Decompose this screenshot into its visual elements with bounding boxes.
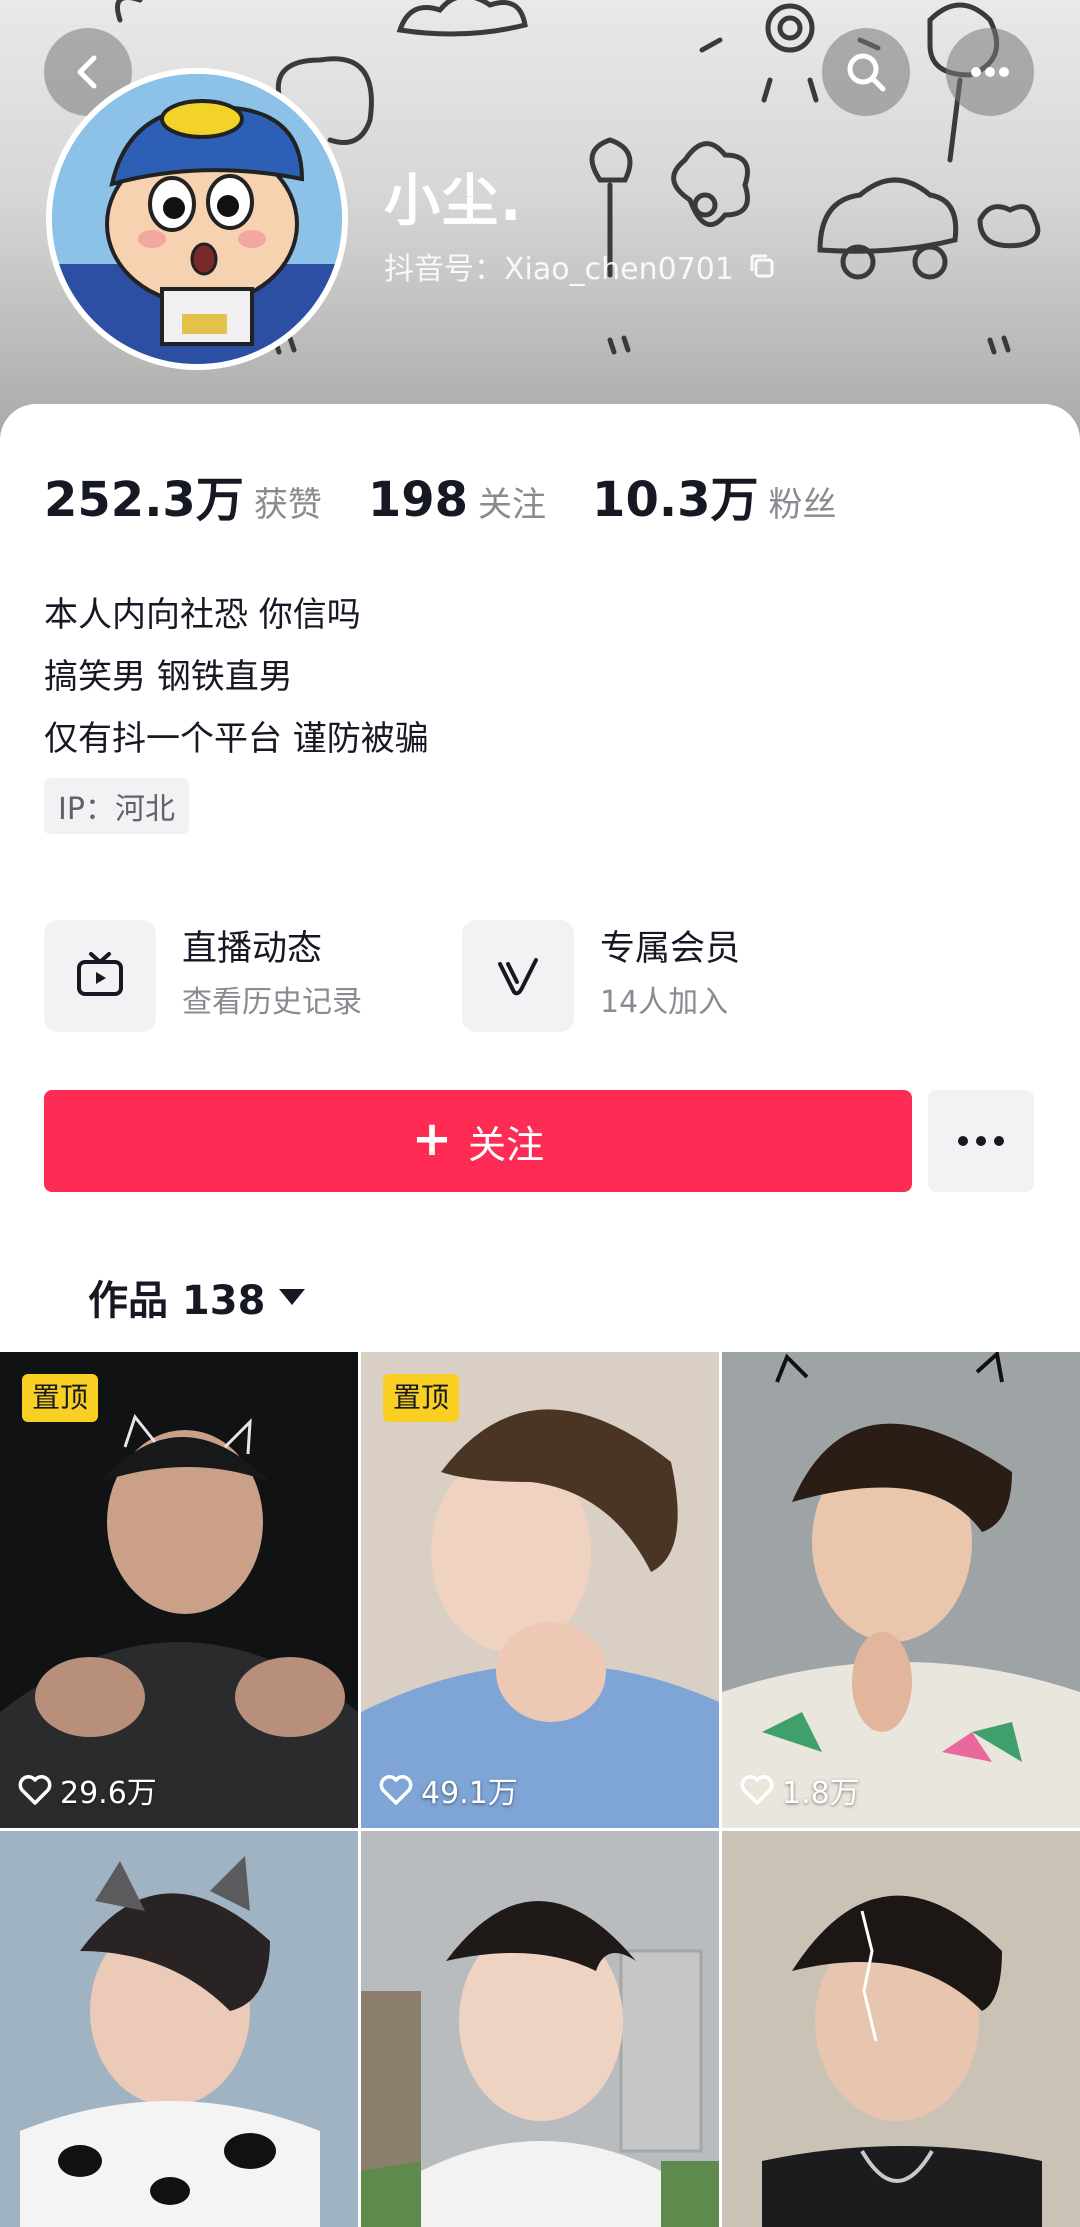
video-grid: 置顶 29.6万 置顶 49.1万 1.8万 [0,1352,1080,2227]
tab-works-label: 作品 138 [88,1278,266,1324]
profile-banner: 小尘. 抖音号：Xiao_chen0701 [0,0,1080,440]
stat-value: 198 [367,472,469,528]
more-actions-button[interactable] [928,1090,1034,1192]
stat-label: 粉丝 [768,485,837,525]
stat-value: 10.3万 [592,472,759,528]
plus-icon: + [411,1111,453,1167]
video-cover-image [361,1352,719,1828]
stat-value: 252.3万 [44,472,244,528]
feature-title: 直播动态 [182,929,323,969]
feature-title: 专属会员 [600,929,741,969]
ip-location-badge: IP：河北 [44,778,189,834]
heart-icon [379,1775,413,1805]
more-dots-icon [958,1136,1004,1146]
stat-likes: 252.3万 获赞 [44,460,322,530]
avatar[interactable] [46,68,348,370]
video-thumbnail[interactable] [0,1831,358,2227]
like-count: 1.8万 [740,1768,860,1812]
stat-label: 关注 [478,485,547,525]
video-thumbnail[interactable] [722,1831,1080,2227]
bio-line: 搞笑男 钢铁直男 [44,657,293,697]
video-cover-image [722,1352,1080,1828]
feature-icon-box [462,920,574,1032]
v-badge-icon [498,958,538,996]
like-count-text: 29.6万 [60,1776,157,1811]
video-cover-image [0,1831,358,2227]
feature-subtitle: 14人加入 [600,985,729,1020]
stat-label: 获赞 [253,485,322,525]
bio: 本人内向社恐 你信吗 搞笑男 钢铁直男 仅有抖一个平台 谨防被骗 [44,584,429,770]
douyin-id-text: 抖音号：Xiao_chen0701 [384,252,734,287]
feature-icon-box [44,920,156,1032]
heart-icon [18,1775,52,1805]
more-options-button[interactable] [946,28,1034,116]
follow-button[interactable]: + 关注 [44,1090,912,1192]
video-thumbnail[interactable]: 1.8万 [722,1352,1080,1828]
search-icon [847,53,886,92]
feature-subtitle: 查看历史记录 [182,985,362,1020]
video-cover-image [361,1831,719,2227]
stat-followers[interactable]: 10.3万 粉丝 [592,460,836,530]
feature-live-history[interactable]: 直播动态 查看历史记录 [44,920,362,1032]
tab-works[interactable]: 作品 138 [88,1268,306,1326]
search-button[interactable] [822,28,910,116]
nickname: 小尘. [384,169,524,234]
copy-icon[interactable] [748,252,776,280]
follow-label: 关注 [468,1122,545,1167]
avatar-cartoon-image [52,74,342,364]
feature-text: 直播动态 查看历史记录 [182,927,362,1025]
profile-info-card: 252.3万 获赞 198 关注 10.3万 粉丝 本人内向社恐 你信吗 搞笑男… [0,404,1080,1344]
feature-membership[interactable]: 专属会员 14人加入 [462,920,740,1032]
tv-icon [77,952,123,996]
caret-down-icon [279,1289,306,1305]
stats-row: 252.3万 获赞 198 关注 10.3万 粉丝 [44,460,882,530]
feature-text: 专属会员 14人加入 [600,927,740,1025]
video-thumbnail[interactable] [361,1831,719,2227]
douyin-id[interactable]: 抖音号：Xiao_chen0701 [384,244,776,288]
video-thumbnail[interactable]: 置顶 49.1万 [361,1352,719,1828]
stat-following[interactable]: 198 关注 [368,472,546,528]
pinned-badge: 置顶 [383,1374,460,1422]
like-count: 29.6万 [18,1768,157,1812]
like-count-text: 49.1万 [421,1776,518,1811]
like-count-text: 1.8万 [782,1776,860,1811]
like-count: 49.1万 [379,1768,518,1812]
chevron-left-icon [77,55,97,89]
video-cover-image [722,1831,1080,2227]
video-cover-image [0,1352,358,1828]
bio-line: 仅有抖一个平台 谨防被骗 [44,719,429,759]
pinned-badge: 置顶 [22,1374,99,1422]
bio-line: 本人内向社恐 你信吗 [44,595,361,635]
heart-icon [740,1775,774,1805]
more-dots-icon [971,67,1009,77]
video-thumbnail[interactable]: 置顶 29.6万 [0,1352,358,1828]
